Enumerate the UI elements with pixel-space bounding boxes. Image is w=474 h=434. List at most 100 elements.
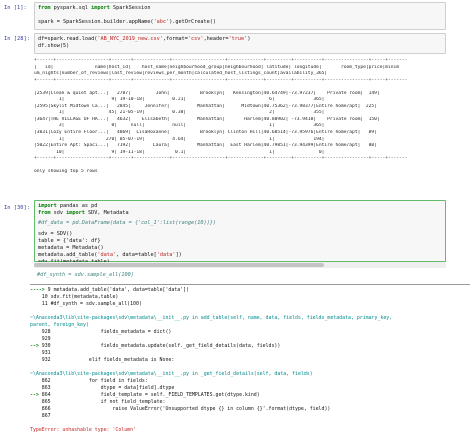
traceback-line: ----> 9 metadata.add_table('data', data=…: [30, 287, 470, 294]
output-line: +------+-------------------+-------+----…: [34, 156, 408, 162]
traceback-text: ~\Anaconda3\lib\site-packages\sdv\metada…: [30, 315, 393, 321]
traceback-line: 863 dtype = data[field].dtype: [30, 385, 470, 392]
output-line: only showing top 5 rows: [34, 169, 98, 175]
traceback-line: 929: [30, 336, 470, 343]
traceback-arrow: ---->: [30, 287, 45, 293]
cell-2-line-1: df=spark.read.load('AB_NYC_2019_new.csv'…: [38, 36, 442, 43]
cell-2-output: +------+-------------------+-------+----…: [34, 58, 466, 193]
traceback-line: 11 #df_synth = sdv.sample_all(100): [30, 301, 470, 308]
code-text: ,format=: [162, 36, 188, 42]
code-cell-3[interactable]: In [30]: import pandas as pd from sdv im…: [0, 200, 474, 270]
cell-3-line-6: metadata = Metadata(): [38, 244, 104, 251]
traceback-text: 864 field_template = self._FIELD_TEMPLAT…: [38, 392, 260, 398]
traceback-text: 930 fields_metadata.update(self._get_fie…: [38, 343, 281, 349]
traceback-text: 10 sdv.fit(metadata,table): [30, 294, 119, 300]
cell-2-prompt: In [28]:: [4, 36, 30, 42]
traceback-line: 928 fields_metadata = dict(): [30, 329, 470, 336]
code-cell-3-tail: #df_synth = sdv.sample_all(100): [0, 272, 474, 280]
kw-import: import: [66, 210, 85, 217]
traceback-text: 9 metadata.add_table('data', data=table[…: [44, 287, 190, 293]
cell-3-prompt: In [30]:: [4, 205, 30, 211]
traceback-line: --> 930 fields_metadata.update(self._get…: [30, 343, 470, 350]
cell-3-line-3: #df_data = pd.DataFrame(data = {'col_1':…: [38, 220, 217, 227]
traceback-text: 929: [30, 336, 51, 342]
cell-3-line-7: metadata.add_table('data', data=table['d…: [38, 252, 442, 259]
code-text: , data=table[: [116, 252, 157, 259]
traceback-text: 866 raise ValueError('Unsupported dtype …: [30, 406, 331, 412]
horizontal-scrollbar[interactable]: [34, 262, 446, 268]
cell-1-line-1: from pyspark.sql import SparkSession: [38, 5, 442, 12]
traceback-line: 931: [30, 350, 470, 357]
traceback-line: ~\Anaconda3\lib\site-packages\sdv\metada…: [30, 371, 470, 378]
code-string: 'csv': [187, 36, 204, 42]
code-text: df=spark.read.load(: [38, 36, 98, 42]
cell-1-line-2: [38, 12, 442, 19]
traceback-line: [30, 308, 470, 315]
traceback-line: 932 elif fields_metadata is None:: [30, 357, 470, 364]
code-string: 'data': [97, 252, 117, 259]
traceback-line: 10 sdv.fit(metadata,table): [30, 294, 470, 301]
cell-1-prompt: In [1]:: [4, 5, 27, 11]
cell-3-line-4: sdv = SDV(): [38, 230, 73, 237]
kw-from: from: [38, 5, 51, 11]
dataframe-show-output: +------+-------------------+-------+----…: [34, 58, 466, 176]
traceback-output: ----> 9 metadata.add_table('data', data=…: [30, 284, 470, 433]
output-line: +------+-------------------+-------+----…: [34, 77, 408, 83]
code-string: 'true': [228, 36, 248, 42]
traceback-arrow: -->: [30, 343, 39, 349]
code-text: metadata.add_table(: [38, 252, 98, 259]
output-line: +------+-------------------+-------+----…: [34, 58, 408, 63]
code-text: SDV, Metadata: [84, 210, 129, 217]
cell-2-line-2: df.show(5): [38, 43, 70, 50]
kw-import: import: [38, 203, 57, 209]
code-text: ).getOrCreate(): [169, 19, 217, 26]
traceback-line: TypeError: unhashable type: 'Column': [30, 427, 470, 434]
code-text: ,header=: [203, 36, 229, 42]
scrollbar-thumb[interactable]: [34, 263, 324, 267]
cell-3-input[interactable]: import pandas as pd from sdv import SDV,…: [34, 200, 446, 265]
cell-2-input[interactable]: df=spark.read.load('AB_NYC_2019_new.csv'…: [34, 33, 446, 54]
traceback-line: 865 if not field_template:: [30, 399, 470, 406]
cell-1-input[interactable]: from pyspark.sql import SparkSession spa…: [34, 2, 446, 30]
code-text: sdv: [50, 210, 67, 217]
traceback-line: 866 raise ValueError('Unsupported dtype …: [30, 406, 470, 413]
code-string: 'data': [156, 252, 176, 259]
code-cell-2[interactable]: In [28]: df=spark.read.load('AB_NYC_2019…: [0, 33, 474, 55]
cell-3-line-9: #df_synth = sdv.sample_all(100): [37, 272, 134, 278]
traceback-arrow: -->: [30, 392, 39, 398]
code-text: spark = SparkSession.builder.appName(: [38, 19, 154, 26]
traceback-text: parent, foreign_key): [30, 322, 89, 328]
traceback-text: 865 if not field_template:: [30, 399, 166, 405]
code-text: pyspark.sql: [50, 5, 92, 11]
traceback-line: [30, 420, 470, 427]
traceback-text: 11 #df_synth = sdv.sample_all(100): [30, 301, 142, 307]
traceback-text: 932 elif fields_metadata is None:: [30, 357, 175, 363]
traceback-lines: ----> 9 metadata.add_table('data', data=…: [30, 285, 470, 434]
traceback-text: 862 for field in fields:: [30, 378, 148, 384]
traceback-text: 863 dtype = data[field].dtype: [30, 385, 175, 391]
cell-1-line-3: spark = SparkSession.builder.appName('ab…: [38, 19, 442, 26]
traceback-line: 862 for field in fields:: [30, 378, 470, 385]
traceback-text: 867: [30, 413, 51, 419]
code-string: 'abc': [153, 19, 170, 26]
traceback-text: TypeError: unhashable type: 'Column': [30, 427, 136, 433]
cell-3-line-5: table = {'data': df}: [38, 237, 101, 244]
kw-from: from: [38, 210, 51, 217]
cell-3-line-2: from sdv import SDV, Metadata: [38, 210, 442, 217]
cell-3-line-1: import pandas as pd: [38, 203, 442, 210]
traceback-line: --> 864 field_template = self._FIELD_TEM…: [30, 392, 470, 399]
traceback-text: ~\Anaconda3\lib\site-packages\sdv\metada…: [30, 371, 313, 377]
traceback-line: 867: [30, 413, 470, 420]
traceback-text: 931: [30, 350, 51, 356]
traceback-line: ~\Anaconda3\lib\site-packages\sdv\metada…: [30, 315, 470, 322]
code-text: ): [247, 36, 251, 42]
code-text: ]): [175, 252, 182, 259]
code-cell-1[interactable]: In [1]: from pyspark.sql import SparkSes…: [0, 2, 474, 30]
traceback-text: 928 fields_metadata = dict(): [30, 329, 172, 335]
traceback-line: [30, 364, 470, 371]
code-text: pandas as pd: [56, 203, 98, 209]
traceback-line: parent, foreign_key): [30, 322, 470, 329]
kw-import: import: [91, 5, 110, 11]
code-string: 'AB_NYC_2019_new.csv': [97, 36, 163, 42]
code-text: SparkSession: [109, 5, 151, 11]
